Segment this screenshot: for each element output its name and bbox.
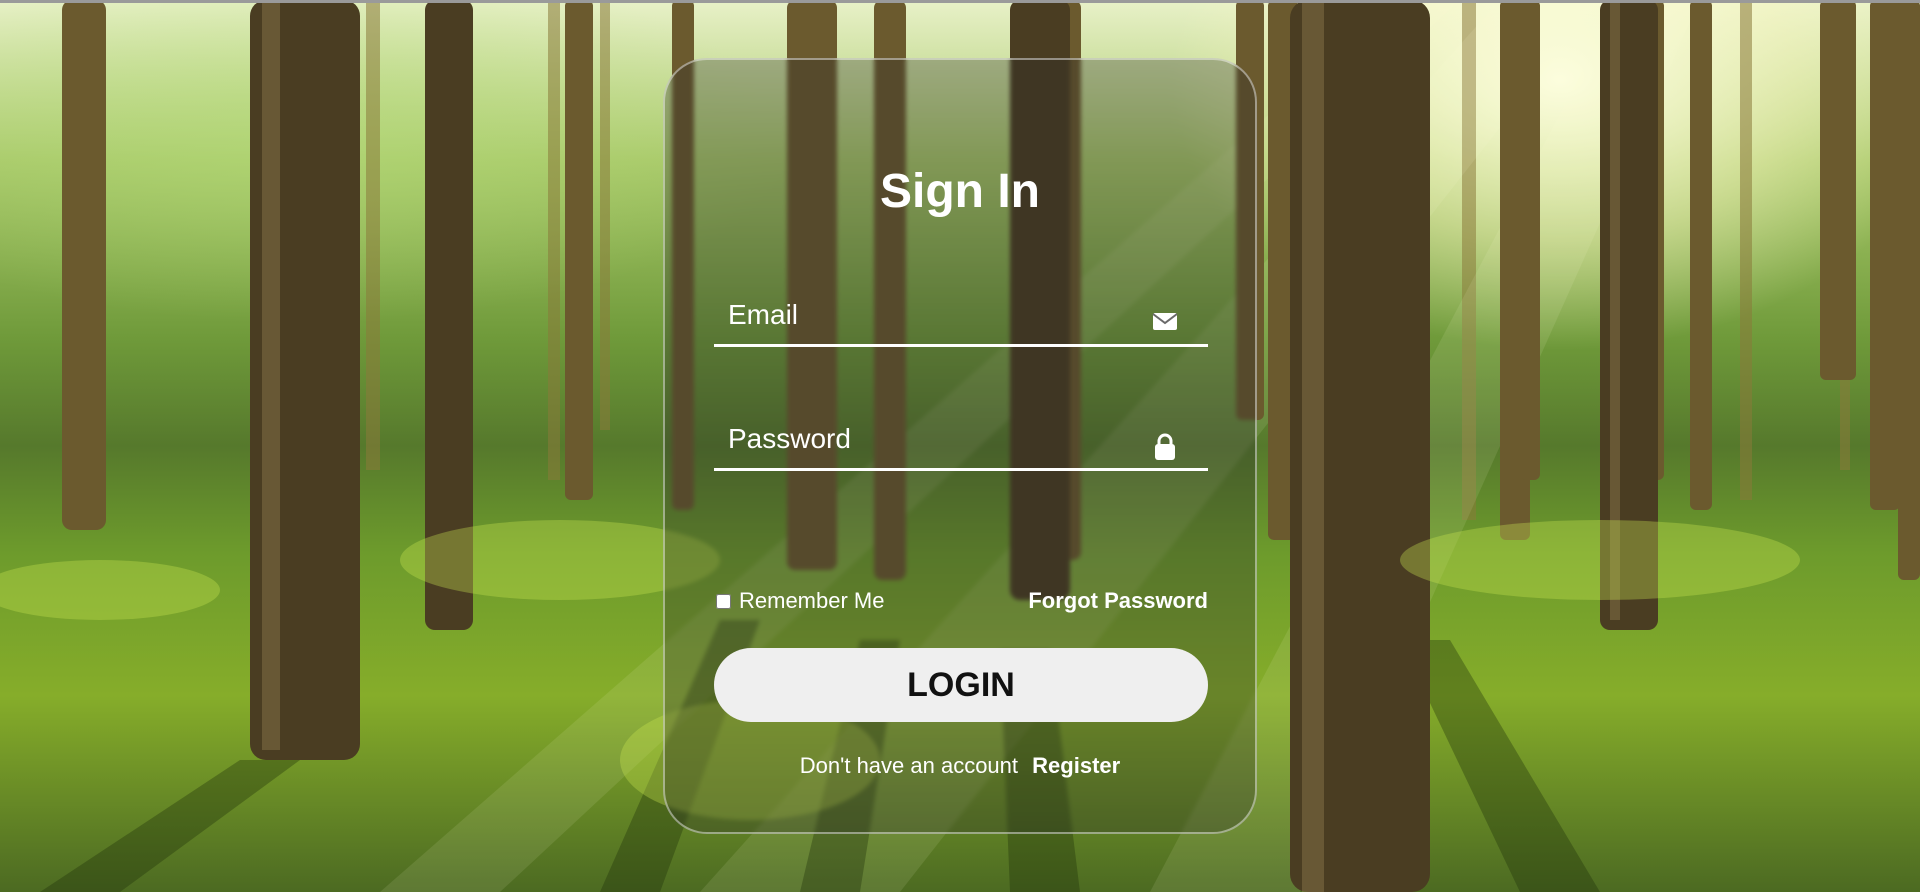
- password-field-group: [714, 410, 1208, 471]
- email-input[interactable]: [714, 286, 1134, 344]
- remember-me[interactable]: Remember Me: [714, 588, 884, 614]
- page-title: Sign In: [880, 165, 1040, 218]
- register-row: Don't have an account Register: [665, 753, 1255, 779]
- remember-me-checkbox[interactable]: [716, 593, 731, 609]
- forgot-password-link[interactable]: Forgot Password: [1028, 588, 1208, 614]
- top-border-line: [0, 0, 1920, 3]
- password-input[interactable]: [714, 410, 1134, 468]
- email-field-group: [714, 286, 1208, 347]
- sign-in-card: Sign In Remember Me Forgot Password LOGI…: [663, 58, 1257, 834]
- lock-icon: [1152, 432, 1178, 460]
- envelope-icon: [1152, 308, 1178, 334]
- login-button[interactable]: LOGIN: [714, 648, 1208, 722]
- form-options-row: Remember Me Forgot Password: [714, 588, 1208, 618]
- no-account-text: Don't have an account: [799, 753, 1019, 778]
- register-link[interactable]: Register: [1032, 753, 1120, 778]
- remember-me-label: Remember Me: [739, 588, 885, 613]
